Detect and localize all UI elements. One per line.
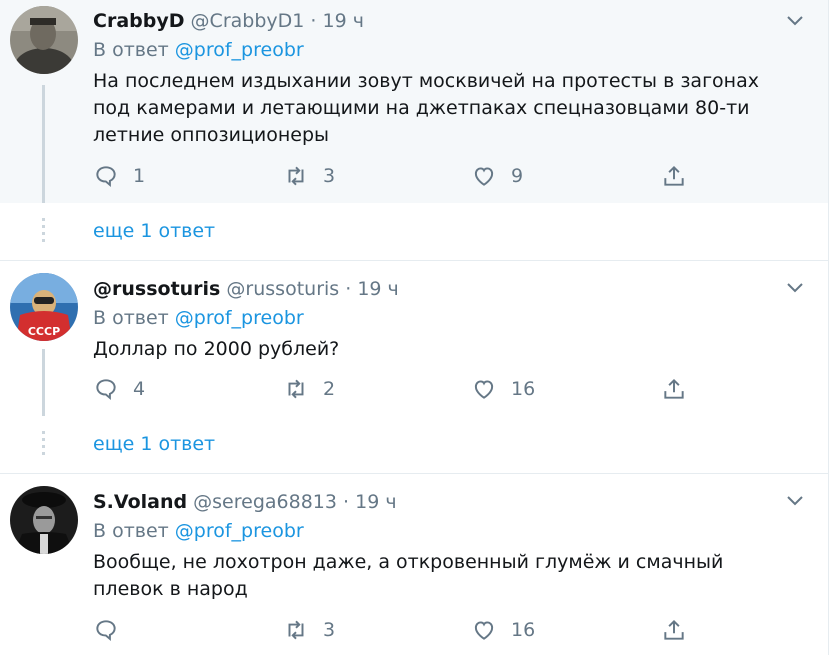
like-count: 9 xyxy=(511,165,524,187)
chevron-down-icon[interactable] xyxy=(783,275,807,299)
retweet-icon xyxy=(288,620,304,640)
tweet-header: CrabbyD @CrabbyD1 · 19 ч xyxy=(93,9,364,33)
display-name[interactable]: CrabbyD xyxy=(93,10,185,32)
user-handle[interactable]: @CrabbyD1 xyxy=(191,10,305,32)
like-button[interactable]: 16 xyxy=(471,376,535,402)
show-more-replies-link[interactable]: еще 1 ответ xyxy=(93,433,215,455)
share-button[interactable] xyxy=(661,376,687,402)
reply-icon xyxy=(96,166,116,187)
thread-line xyxy=(42,85,45,203)
like-count: 16 xyxy=(511,619,536,641)
tweet-header: S.Voland @serega68813 · 19 ч xyxy=(93,490,397,514)
thread-line xyxy=(42,349,45,416)
retweet-count: 2 xyxy=(323,378,336,400)
separator: · xyxy=(310,10,317,32)
reply-context: В ответ @prof_preobr xyxy=(93,38,304,62)
like-button[interactable]: 16 xyxy=(471,617,535,643)
reply-prefix: В ответ xyxy=(93,520,169,542)
separator: · xyxy=(345,278,352,300)
tweet-actions: 3 16 xyxy=(93,617,713,643)
like-icon xyxy=(474,167,494,186)
like-icon xyxy=(474,621,494,640)
separator: · xyxy=(343,491,350,513)
tweet[interactable]: CCCP @russoturis @russoturis · 19 ч В от… xyxy=(0,261,828,416)
reply-mention[interactable]: @prof_preobr xyxy=(175,520,304,542)
retweet-button[interactable]: 3 xyxy=(283,163,335,189)
like-button[interactable]: 9 xyxy=(471,163,523,189)
timestamp[interactable]: 19 ч xyxy=(357,278,398,300)
timestamp[interactable]: 19 ч xyxy=(355,491,396,513)
chevron-down-icon[interactable] xyxy=(783,8,807,32)
avatar[interactable] xyxy=(10,486,78,554)
reply-context: В ответ @prof_preobr xyxy=(93,306,304,330)
like-count: 16 xyxy=(511,378,536,400)
reply-icon xyxy=(96,620,116,641)
reply-mention[interactable]: @prof_preobr xyxy=(175,39,304,61)
reply-count: 4 xyxy=(133,378,146,400)
avatar[interactable]: CCCP xyxy=(10,273,78,341)
tweet-feed: CrabbyD @CrabbyD1 · 19 ч В ответ @prof_p… xyxy=(0,0,829,655)
show-more-replies-row[interactable]: еще 1 ответ xyxy=(0,417,828,474)
tweet[interactable]: CrabbyD @CrabbyD1 · 19 ч В ответ @prof_p… xyxy=(0,0,828,203)
tweet-actions: 4 2 16 xyxy=(93,376,713,402)
reply-button[interactable] xyxy=(93,617,133,643)
retweet-button[interactable]: 2 xyxy=(283,376,335,402)
retweet-count: 3 xyxy=(323,619,336,641)
reply-count: 1 xyxy=(133,165,146,187)
display-name[interactable]: S.Voland xyxy=(93,491,187,513)
show-more-replies-link[interactable]: еще 1 ответ xyxy=(93,220,215,242)
share-icon xyxy=(664,165,684,186)
user-handle[interactable]: @serega68813 xyxy=(193,491,337,513)
retweet-icon xyxy=(288,166,304,186)
show-more-replies-row[interactable]: еще 1 ответ xyxy=(0,204,828,261)
share-icon xyxy=(664,378,684,399)
reply-context: В ответ @prof_preobr xyxy=(93,519,304,543)
thread-dots xyxy=(42,218,45,246)
share-button[interactable] xyxy=(661,163,687,189)
display-name[interactable]: @russoturis xyxy=(93,278,220,300)
reply-button[interactable]: 1 xyxy=(93,163,145,189)
reply-mention[interactable]: @prof_preobr xyxy=(175,307,304,329)
retweet-count: 3 xyxy=(323,165,336,187)
retweet-button[interactable]: 3 xyxy=(283,617,335,643)
chevron-down-icon[interactable] xyxy=(783,488,807,512)
share-button[interactable] xyxy=(661,617,687,643)
tweet[interactable]: S.Voland @serega68813 · 19 ч В ответ @pr… xyxy=(0,474,828,655)
like-icon xyxy=(474,380,494,399)
tweet-text: Доллар по 2000 рублей? xyxy=(93,338,340,360)
tweet-header: @russoturis @russoturis · 19 ч xyxy=(93,277,399,301)
tweet-text: На последнем издыхании зовут москвичей н… xyxy=(93,70,759,146)
reply-button[interactable]: 4 xyxy=(93,376,145,402)
svg-text:CCCP: CCCP xyxy=(28,325,60,338)
retweet-icon xyxy=(288,379,304,399)
avatar[interactable] xyxy=(10,6,78,74)
timestamp[interactable]: 19 ч xyxy=(323,10,364,32)
user-handle[interactable]: @russoturis xyxy=(226,278,339,300)
thread-dots xyxy=(42,431,45,459)
share-icon xyxy=(664,619,684,640)
reply-prefix: В ответ xyxy=(93,307,169,329)
tweet-text: Вообще, не лохотрон даже, а откровенный … xyxy=(93,551,724,600)
tweet-actions: 1 3 9 xyxy=(93,163,713,189)
reply-prefix: В ответ xyxy=(93,39,169,61)
reply-icon xyxy=(96,379,116,400)
